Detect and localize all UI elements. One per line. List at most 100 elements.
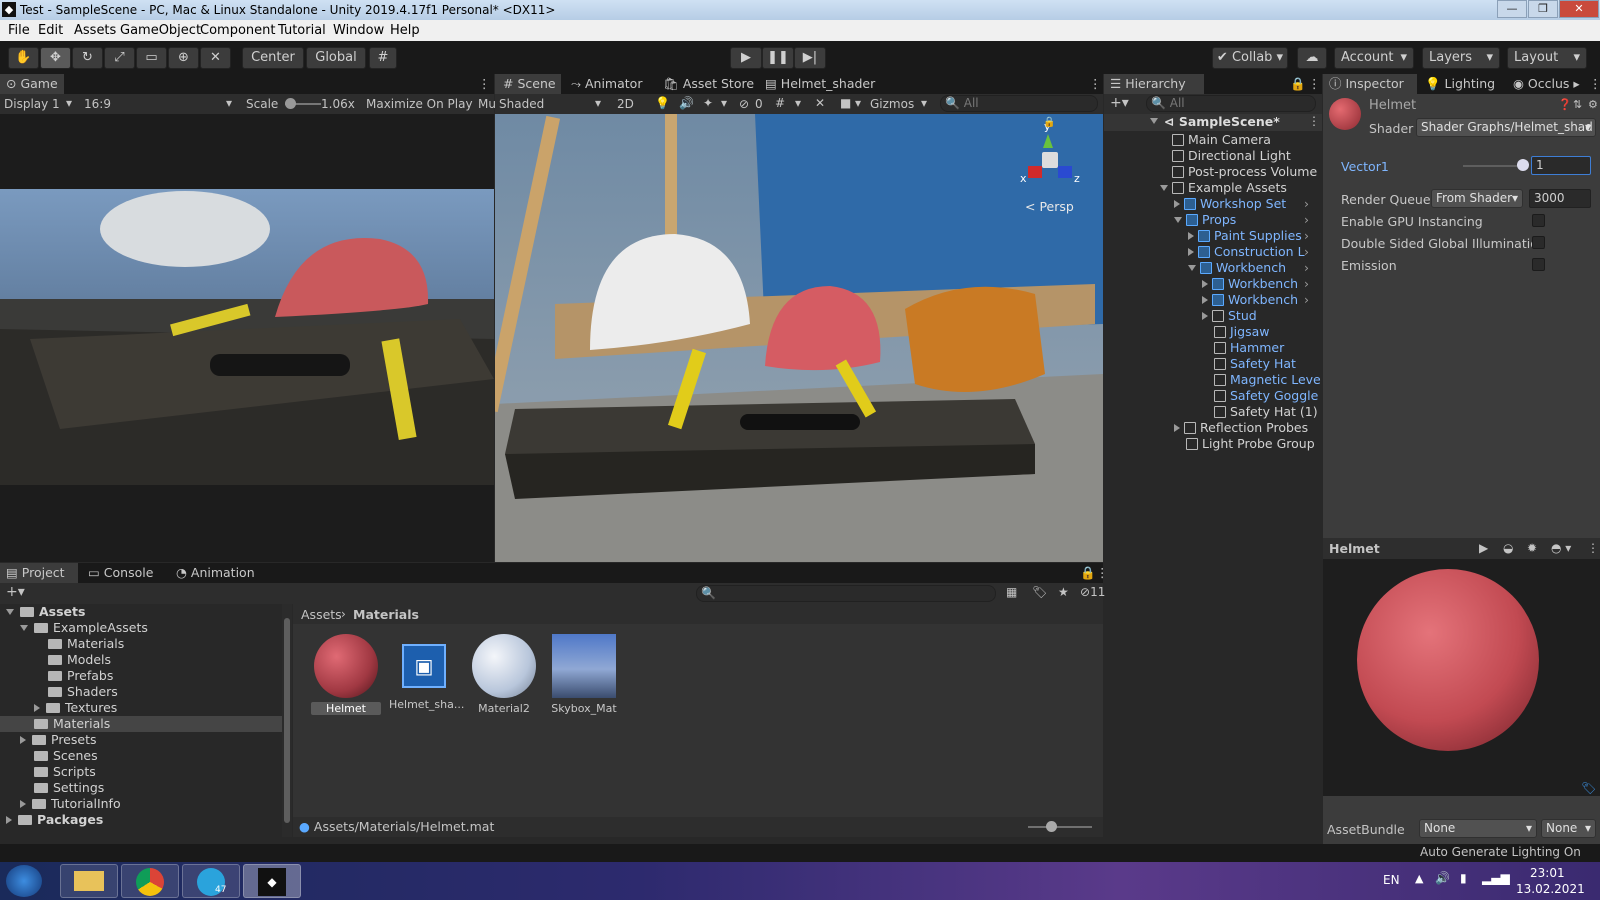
hierarchy-row[interactable]: Workbench › (1202, 276, 1309, 292)
hierarchy-row[interactable]: Hammer (1202, 340, 1284, 356)
help-icon[interactable]: ❓ (1558, 98, 1572, 111)
menu-edit[interactable]: Edit (38, 23, 63, 38)
hierarchy-row[interactable]: Directional Light (1160, 148, 1291, 164)
hierarchy-row[interactable]: Light Probe Group (1174, 436, 1315, 452)
auto-lighting-status[interactable]: Auto Generate Lighting On (1420, 845, 1581, 859)
expand-arrow-icon[interactable] (1202, 312, 1208, 320)
layout-dropdown[interactable]: Layout ▾ (1507, 47, 1587, 69)
project-folder-row[interactable]: ExampleAssets (0, 620, 282, 636)
expand-arrow-icon[interactable] (1174, 217, 1182, 223)
search-by-type-icon[interactable]: ▦ (1006, 585, 1017, 599)
tab-scene[interactable]: # Scene (495, 74, 561, 94)
breadcrumb-materials[interactable]: Materials (353, 607, 419, 622)
pause-button-icon[interactable]: ❚❚ (762, 47, 794, 69)
hierarchy-row[interactable]: Safety Goggle (1202, 388, 1318, 404)
grid-toggle-icon[interactable]: # (775, 96, 785, 110)
start-button-icon[interactable] (6, 865, 42, 897)
hand-tool-icon[interactable]: ✋ (8, 47, 39, 69)
hierarchy-row[interactable]: Safety Hat (1202, 356, 1296, 372)
scene-expand-icon[interactable] (1150, 114, 1158, 128)
menu-gameobject[interactable]: GameObject (120, 23, 201, 38)
custom-tool-icon[interactable]: ✕ (200, 47, 231, 69)
shader-dropdown[interactable]: Shader Graphs/Helmet_shad ▾ (1416, 118, 1596, 137)
preview-play-icon[interactable]: ▶ (1479, 541, 1488, 555)
hidden-packages-icon[interactable]: ⊘11 (1080, 585, 1105, 599)
grid-snap-icon[interactable]: # (369, 47, 397, 69)
open-prefab-icon[interactable]: › (1304, 212, 1309, 228)
aspect-dropdown[interactable]: 16:9 (84, 97, 111, 111)
open-prefab-icon[interactable]: › (1304, 276, 1309, 292)
minimize-button[interactable]: — (1497, 0, 1527, 18)
pivot-center-button[interactable]: Center (242, 47, 304, 69)
axis-y-arrow[interactable] (1043, 134, 1053, 148)
audio-toggle-icon[interactable]: 🔊 (679, 96, 694, 110)
menu-help[interactable]: Help (390, 23, 420, 38)
expand-arrow-icon[interactable] (1188, 265, 1196, 271)
open-prefab-icon[interactable]: › (1304, 292, 1309, 308)
favorites-star-icon[interactable]: ★ (1058, 585, 1069, 599)
mute-audio-toggle[interactable]: Mu (478, 97, 496, 111)
hierarchy-row[interactable]: Post-process Volume (1160, 164, 1317, 180)
project-folder-row[interactable]: Packages (0, 812, 282, 828)
lighting-toggle-icon[interactable]: 💡 (655, 96, 670, 110)
close-button[interactable]: ✕ (1559, 0, 1599, 18)
collab-button[interactable]: ✔ Collab ▾ (1212, 47, 1288, 69)
layers-dropdown[interactable]: Layers ▾ (1422, 47, 1500, 69)
menu-tutorial[interactable]: Tutorial (278, 23, 326, 38)
clock-time[interactable]: 23:01 (1530, 866, 1565, 880)
expand-arrow-icon[interactable] (1188, 248, 1194, 256)
chrome-icon[interactable] (121, 864, 179, 898)
tray-expand-icon[interactable]: ▲ (1415, 872, 1423, 885)
scene-menu-icon[interactable]: ⋮ (1089, 74, 1102, 94)
project-folder-row[interactable]: Textures (0, 700, 282, 716)
gizmo-lock-icon[interactable]: 🔒 (1043, 117, 1055, 128)
menu-assets[interactable]: Assets (74, 23, 116, 38)
tab-game[interactable]: ⊙ Game (0, 74, 64, 94)
tab-helmet-shader[interactable]: ▤ Helmet_shader (765, 74, 875, 94)
search-by-label-icon[interactable]: 🏷 (1032, 585, 1047, 599)
rect-tool-icon[interactable]: ▭ (136, 47, 167, 69)
tab-inspector[interactable]: ⓘ Inspector (1323, 74, 1417, 94)
scene-view[interactable]: y x z 🔒 < Persp (495, 114, 1103, 562)
expand-arrow-icon[interactable] (1174, 424, 1180, 432)
menu-file[interactable]: File (8, 23, 30, 38)
display-dropdown[interactable]: Display 1 (4, 97, 60, 111)
scale-tool-icon[interactable]: ⤢ (104, 47, 135, 69)
breadcrumb-assets[interactable]: Assets (301, 607, 342, 622)
hierarchy-row[interactable]: Workshop Set › (1174, 196, 1309, 212)
thumbnail-size-slider[interactable] (1046, 821, 1057, 832)
hierarchy-search-input[interactable]: 🔍 All (1146, 95, 1316, 112)
camera-arrow-icon[interactable]: ▾ (855, 96, 861, 110)
material-preview[interactable]: 🏷 (1323, 559, 1600, 796)
maximize-on-play-toggle[interactable]: Maximize On Play (366, 97, 473, 111)
project-folder-row[interactable]: Scenes (0, 748, 282, 764)
project-create-button[interactable]: +▾ (6, 584, 25, 600)
move-tool-icon[interactable]: ✥ (40, 47, 71, 69)
hierarchy-row[interactable]: Construction L › (1188, 244, 1309, 260)
network-icon[interactable]: ▂▄▆ (1482, 871, 1510, 885)
hierarchy-row[interactable]: Safety Hat (1) (1202, 404, 1318, 420)
expand-arrow-icon[interactable] (1202, 280, 1208, 288)
hierarchy-row[interactable]: Jigsaw (1202, 324, 1270, 340)
hierarchy-row[interactable]: Magnetic Leve (1202, 372, 1321, 388)
tab-occlusion[interactable]: ◉ Occlus ▸ (1513, 74, 1580, 94)
hierarchy-row[interactable]: Example Assets (1160, 180, 1287, 196)
hierarchy-row[interactable]: Props › (1174, 212, 1309, 228)
scene-search-input[interactable]: 🔍 All (940, 95, 1098, 112)
project-menu-icon[interactable]: ⋮ (1096, 563, 1109, 583)
project-folder-row[interactable]: Presets (0, 732, 282, 748)
rotate-tool-icon[interactable]: ↻ (72, 47, 103, 69)
hierarchy-row[interactable]: Main Camera (1160, 132, 1271, 148)
hidden-objects-icon[interactable]: ⊘ (739, 97, 749, 111)
tab-console[interactable]: ▭ Console (88, 563, 153, 583)
hierarchy-row[interactable]: Reflection Probes (1174, 420, 1308, 436)
folder-expand-icon[interactable] (34, 704, 40, 712)
project-lock-icon[interactable]: 🔒 (1080, 563, 1096, 583)
presets-icon[interactable]: ⇅ (1573, 98, 1582, 111)
tree-scrollbar[interactable] (282, 604, 292, 837)
project-folder-row[interactable]: Materials (0, 636, 282, 652)
project-folder-row[interactable]: Scripts (0, 764, 282, 780)
expand-arrow-icon[interactable] (1160, 185, 1168, 191)
cloud-icon[interactable]: ☁ (1297, 47, 1327, 69)
folder-expand-icon[interactable] (20, 736, 26, 744)
